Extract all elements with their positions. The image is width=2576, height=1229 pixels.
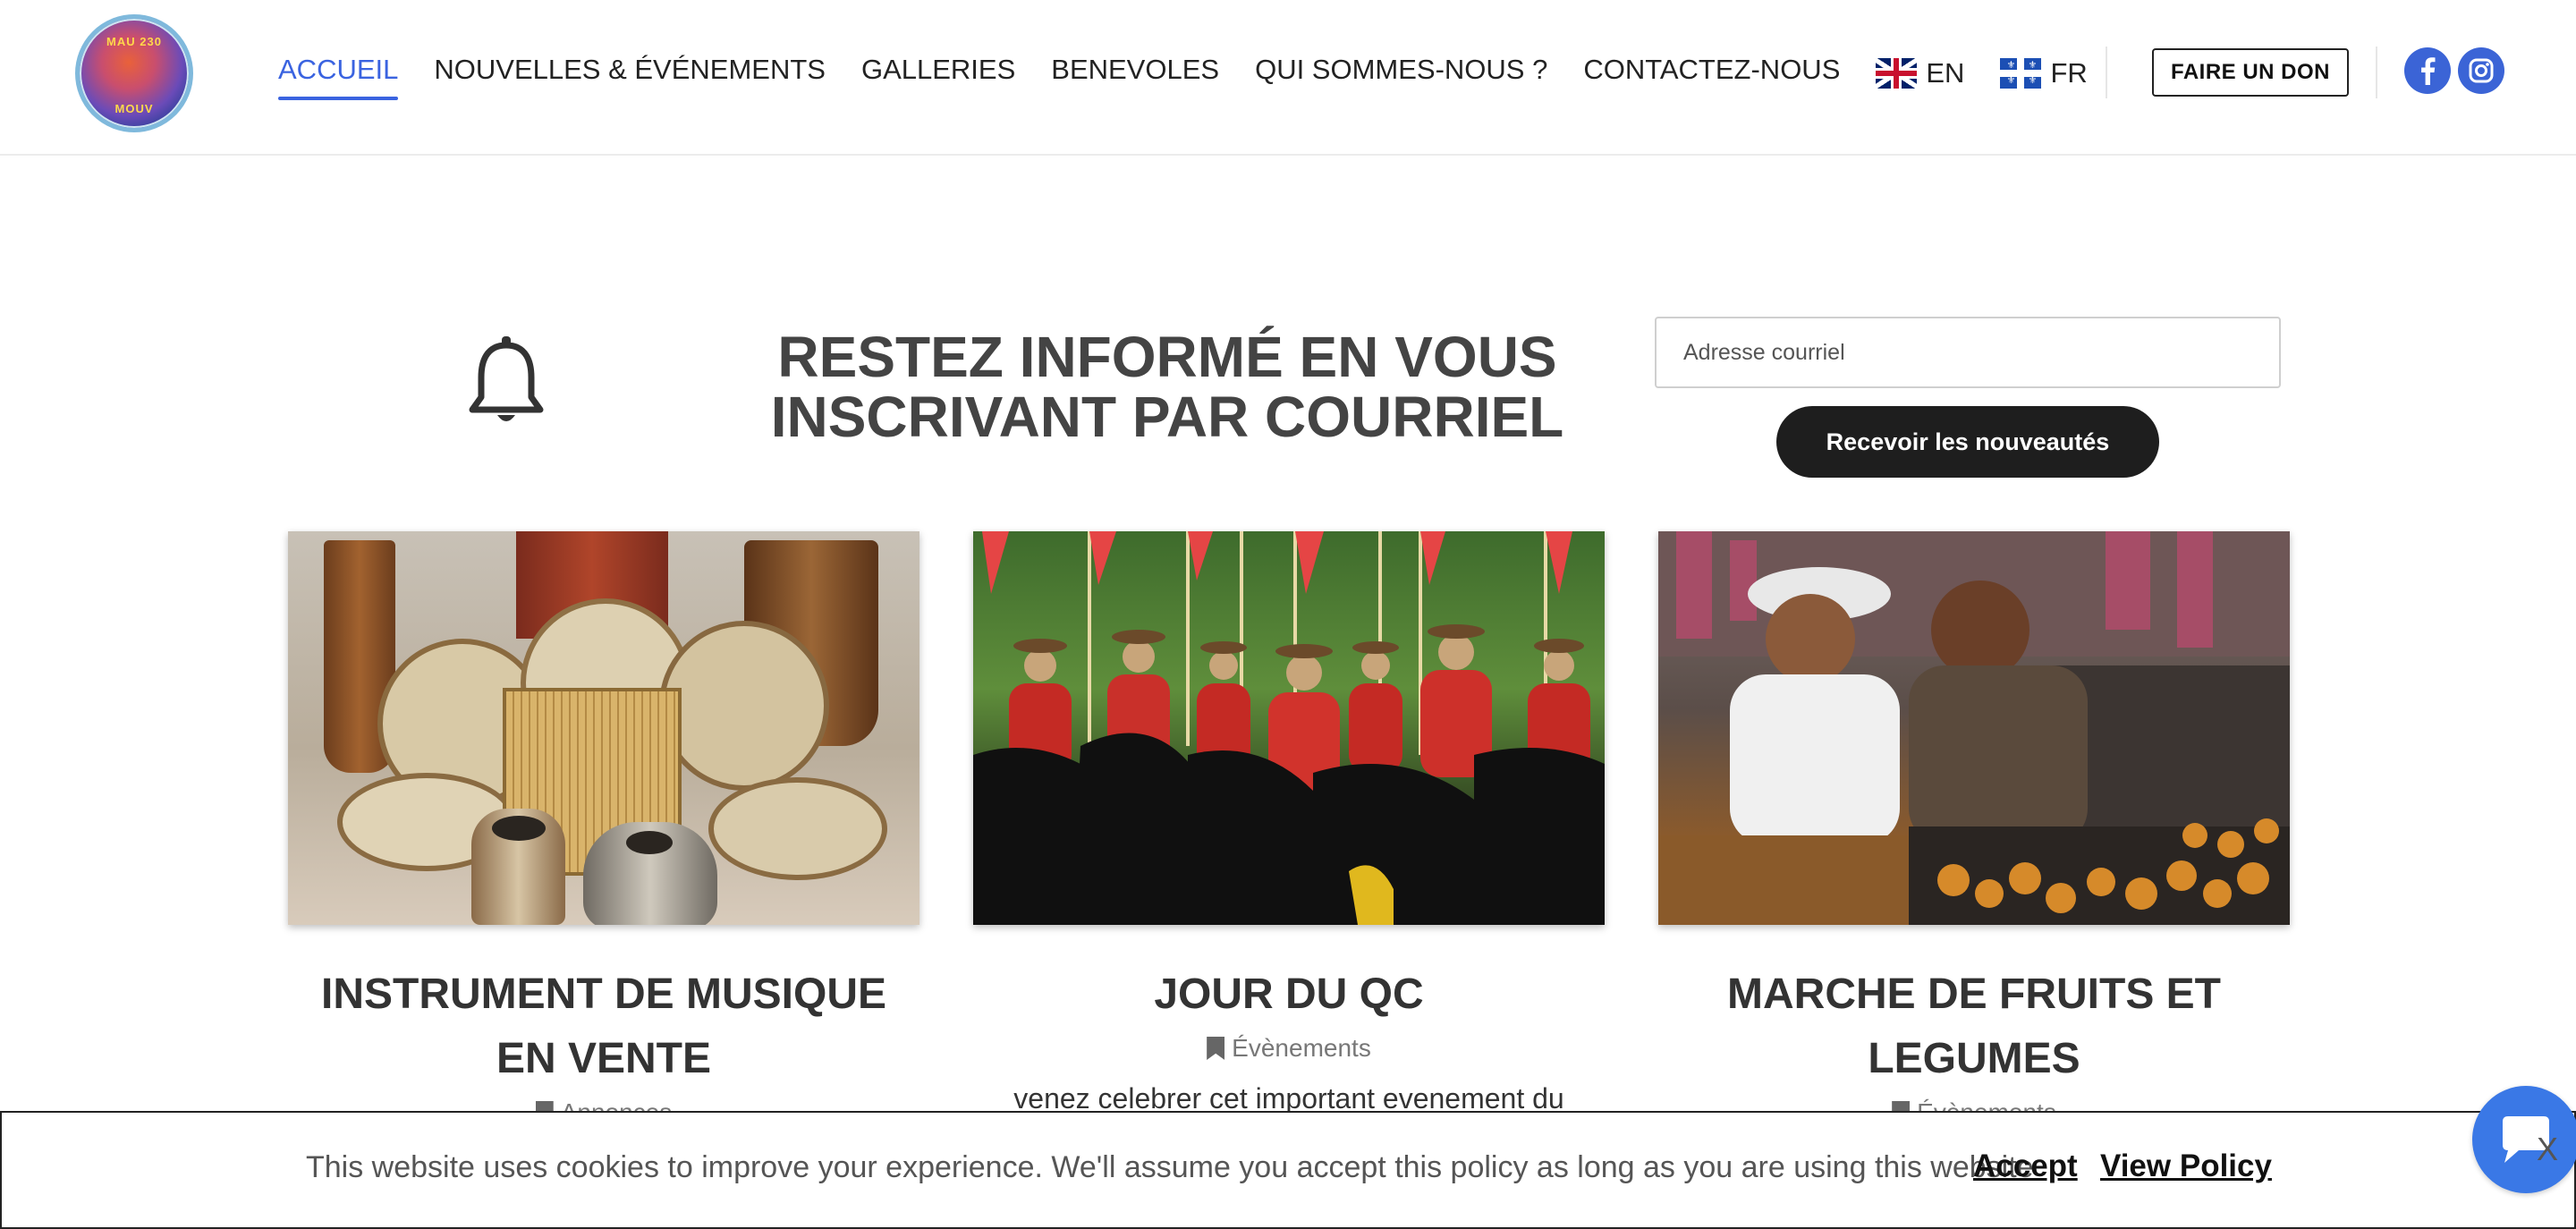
- post-card[interactable]: INSTRUMENT DE MUSIQUE EN VENTE Annonces: [288, 531, 919, 1127]
- nav-item-accueil[interactable]: ACCUEIL: [278, 54, 399, 100]
- site-header: MAU 230 MOUV ACCUEIL NOUVELLES & ÉVÉNEME…: [0, 0, 2576, 156]
- card-image-rcmp[interactable]: [973, 531, 1605, 925]
- language-en-link[interactable]: EN: [1876, 57, 1964, 89]
- card-title[interactable]: INSTRUMENT DE MUSIQUE EN VENTE: [288, 962, 919, 1091]
- donate-button[interactable]: FAIRE UN DON: [2152, 48, 2349, 97]
- header-divider: [2376, 47, 2377, 98]
- main-nav: ACCUEIL NOUVELLES & ÉVÉNEMENTS GALLERIES…: [278, 54, 2123, 107]
- post-card[interactable]: JOUR DU QC Évènements venez celebrer cet…: [973, 531, 1605, 1115]
- uk-flag-icon: [1876, 58, 1918, 89]
- subscribe-button[interactable]: Recevoir les nouveautés: [1776, 406, 2159, 478]
- language-en-label: EN: [1926, 57, 1965, 89]
- post-card[interactable]: MARCHE DE FRUITS ET LEGUMES Évènements: [1658, 531, 2290, 1127]
- card-title[interactable]: MARCHE DE FRUITS ET LEGUMES: [1658, 962, 2290, 1091]
- logo-text-bottom: MOUV: [114, 102, 154, 115]
- header-divider: [2106, 47, 2107, 98]
- nav-item-galleries[interactable]: GALLERIES: [861, 54, 1015, 100]
- card-image-instruments[interactable]: [288, 531, 919, 925]
- facebook-icon[interactable]: [2404, 47, 2451, 94]
- tabla-head: [626, 831, 673, 854]
- nav-item-benevoles[interactable]: BENEVOLES: [1051, 54, 1219, 100]
- card-category-label: Évènements: [1232, 1034, 1371, 1062]
- language-fr-link[interactable]: ⚜ ⚜ ⚜ ⚜ FR: [2000, 57, 2088, 89]
- quebec-flag-icon: ⚜ ⚜ ⚜ ⚜: [2000, 58, 2042, 89]
- cookie-consent-bar: This website uses cookies to improve you…: [0, 1111, 2576, 1229]
- language-fr-label: FR: [2050, 57, 2088, 89]
- nav-item-contactez-nous[interactable]: CONTACTEZ-NOUS: [1583, 54, 1840, 100]
- rcmp-riders-illustration: [973, 531, 1605, 925]
- logo-text-top: MAU 230: [106, 35, 162, 48]
- instagram-icon[interactable]: [2458, 47, 2504, 94]
- bookmark-icon: [1207, 1037, 1225, 1060]
- tabla-head: [492, 816, 546, 841]
- cookie-close-button[interactable]: X: [2537, 1131, 2558, 1168]
- cookie-accept-link[interactable]: Accept: [1973, 1148, 2078, 1184]
- newsletter-title: RESTEZ INFORMÉ EN VOUS INSCRIVANT PAR CO…: [770, 325, 1564, 449]
- nav-item-qui-sommes-nous[interactable]: QUI SOMMES-NOUS ?: [1255, 54, 1547, 100]
- card-image-market[interactable]: [1658, 531, 2290, 925]
- nav-item-nouvelles-evenements[interactable]: NOUVELLES & ÉVÉNEMENTS: [434, 54, 826, 100]
- cookie-view-policy-link[interactable]: View Policy: [2100, 1148, 2272, 1184]
- card-category[interactable]: Évènements: [973, 1034, 1605, 1063]
- cookie-message: This website uses cookies to improve you…: [306, 1150, 2034, 1184]
- chat-button[interactable]: [2472, 1086, 2576, 1193]
- bell-icon: [465, 333, 547, 431]
- market-vendors-illustration: [1658, 531, 2290, 925]
- chat-bubble-icon: [2503, 1116, 2549, 1163]
- frame-drum: [708, 777, 887, 880]
- card-title[interactable]: JOUR DU QC: [973, 962, 1605, 1027]
- frame-drum: [659, 621, 829, 791]
- site-logo[interactable]: MAU 230 MOUV: [75, 14, 193, 132]
- email-input[interactable]: [1655, 317, 2281, 388]
